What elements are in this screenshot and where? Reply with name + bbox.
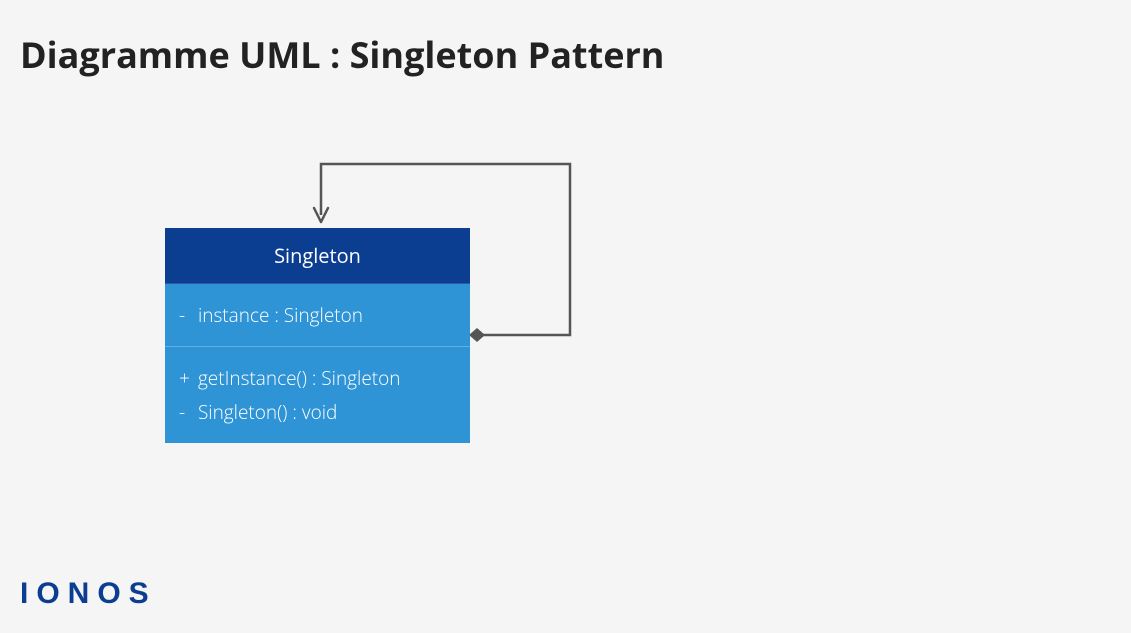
- visibility-marker: -: [179, 302, 193, 328]
- attribute-text: instance : Singleton: [198, 302, 363, 328]
- uml-attributes-section: - instance : Singleton: [165, 284, 470, 346]
- uml-operations-section: + getInstance() : Singleton - Singleton(…: [165, 346, 470, 443]
- uml-operation-row: + getInstance() : Singleton: [179, 361, 456, 395]
- operation-text: Singleton() : void: [198, 399, 337, 425]
- uml-class-box: Singleton - instance : Singleton + getIn…: [165, 228, 470, 443]
- visibility-marker: -: [179, 399, 193, 425]
- brand-logo: IONOS: [20, 577, 157, 611]
- uml-diagram: Singleton - instance : Singleton + getIn…: [165, 160, 665, 460]
- uml-class-name: Singleton: [165, 228, 470, 284]
- operation-text: getInstance() : Singleton: [198, 365, 401, 391]
- page-title: Diagramme UML : Singleton Pattern: [20, 30, 664, 79]
- visibility-marker: +: [179, 365, 193, 391]
- uml-operation-row: - Singleton() : void: [179, 395, 456, 429]
- uml-attribute-row: - instance : Singleton: [179, 298, 456, 332]
